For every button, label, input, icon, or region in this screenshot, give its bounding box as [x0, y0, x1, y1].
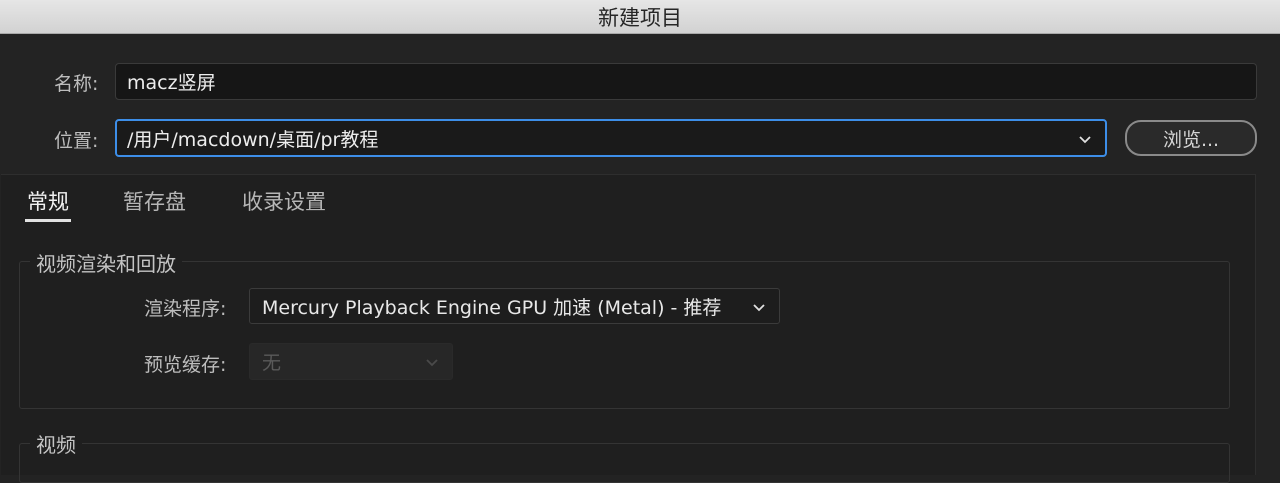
renderer-value: Mercury Playback Engine GPU 加速 (Metal) -…: [262, 296, 722, 319]
location-dropdown[interactable]: /用户/macdown/桌面/pr教程: [115, 119, 1107, 157]
location-label: 位置:: [54, 130, 99, 152]
renderer-select[interactable]: Mercury Playback Engine GPU 加速 (Metal) -…: [249, 288, 780, 324]
window-title-bar: 新建项目: [0, 0, 1280, 34]
video-render-group-title: 视频渲染和回放: [30, 248, 182, 277]
project-name-input[interactable]: macz竖屏: [115, 63, 1257, 100]
preview-cache-select: 无: [249, 343, 453, 380]
tab-general[interactable]: 常规: [27, 186, 69, 216]
name-label: 名称:: [54, 73, 99, 95]
preview-cache-value: 无: [262, 352, 282, 374]
tab-scratch-disks[interactable]: 暂存盘: [123, 186, 186, 216]
tab-ingest-settings[interactable]: 收录设置: [242, 186, 326, 216]
chevron-down-icon[interactable]: [1077, 131, 1093, 147]
window-title: 新建项目: [598, 5, 682, 30]
location-value: /用户/macdown/桌面/pr教程: [127, 128, 379, 151]
project-name-value: macz竖屏: [127, 72, 216, 94]
video-group: [19, 443, 1230, 483]
browse-button-label: 浏览...: [1162, 128, 1220, 151]
active-tab-indicator: [25, 219, 71, 222]
preview-cache-label: 预览缓存:: [144, 354, 227, 376]
chevron-down-icon[interactable]: [751, 299, 767, 315]
video-render-group: [19, 261, 1230, 409]
browse-button[interactable]: 浏览...: [1125, 120, 1257, 156]
chevron-down-icon: [426, 359, 438, 367]
renderer-label: 渲染程序:: [144, 298, 227, 320]
video-group-title: 视频: [30, 429, 82, 458]
